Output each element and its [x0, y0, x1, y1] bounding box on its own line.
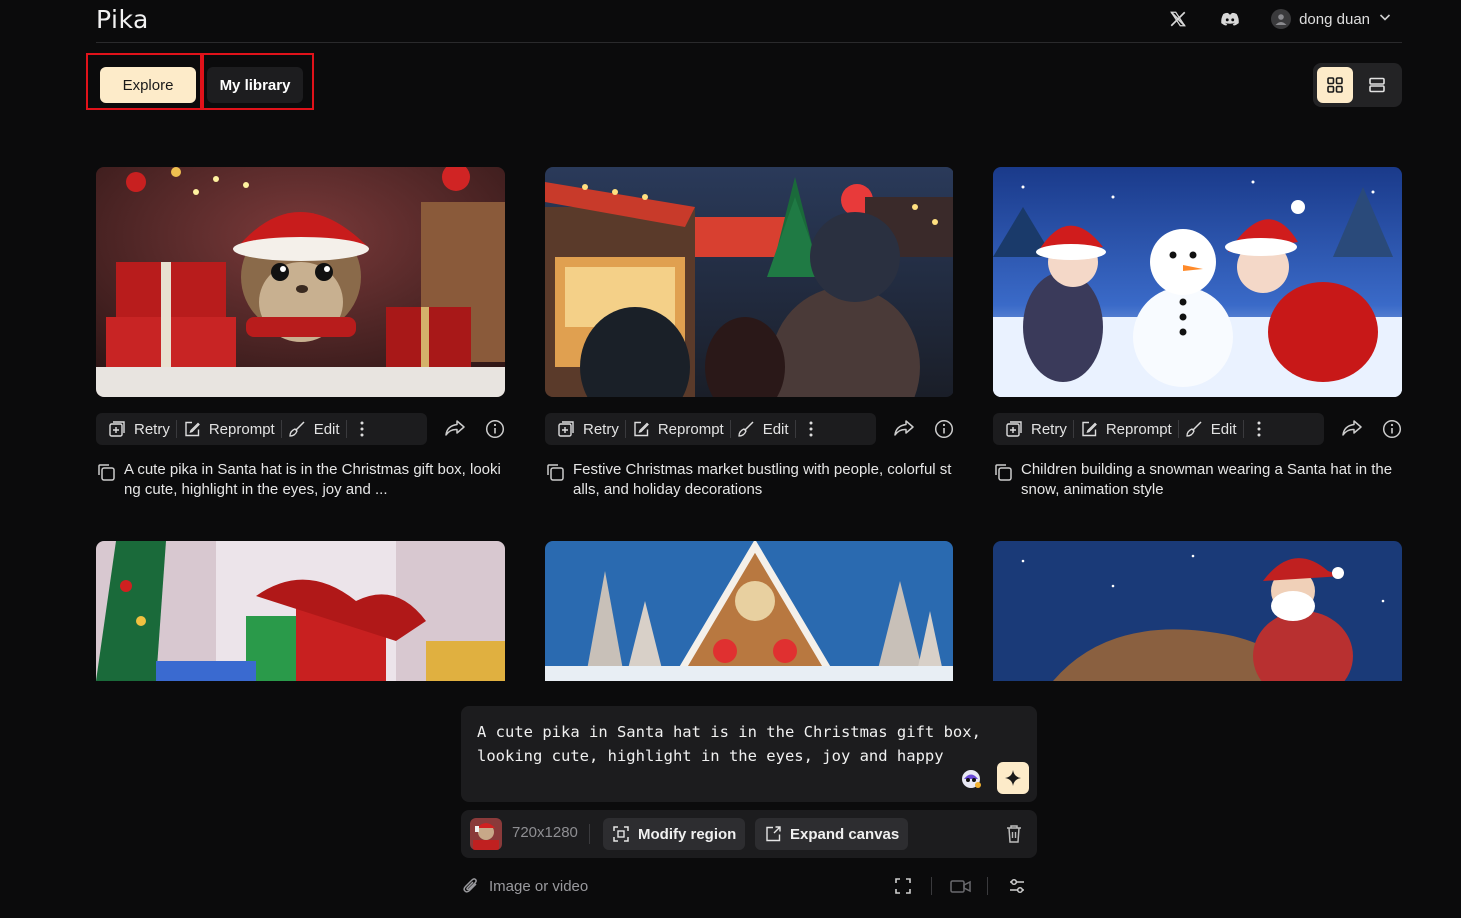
retry-button[interactable]: Retry — [999, 419, 1073, 439]
card-caption-text: Children building a snowman wearing a Sa… — [1021, 461, 1393, 498]
share-icon[interactable] — [444, 419, 466, 442]
edit-label: Edit — [1210, 420, 1237, 438]
more-options-icon[interactable] — [347, 421, 377, 437]
video-thumbnail-6[interactable] — [993, 541, 1402, 681]
attach-label: Image or video — [489, 877, 589, 895]
aspect-size-label: 720x1280 — [512, 824, 578, 841]
divider — [589, 824, 590, 844]
sparkle-icon — [1005, 770, 1021, 786]
card-caption: A cute pika in Santa hat is in the Chris… — [96, 460, 505, 500]
video-camera-icon[interactable] — [949, 876, 973, 901]
card-actions: Retry Reprompt Edit — [993, 413, 1402, 445]
composer-toolbar: 720x1280 Modify region Expand canvas — [461, 810, 1037, 858]
card-caption-text: Festive Christmas market bustling with p… — [573, 461, 952, 498]
modify-region-label: Modify region — [638, 825, 737, 843]
reprompt-button[interactable]: Reprompt — [1074, 419, 1178, 439]
brush-icon — [1186, 421, 1202, 437]
video-thumbnail-5[interactable] — [545, 541, 953, 681]
retry-icon — [1006, 421, 1022, 437]
composer-bottom-bar: Image or video — [461, 872, 1037, 900]
top-bar: Pika dong duan — [96, 0, 1402, 43]
user-menu[interactable]: dong duan — [1271, 9, 1392, 29]
expand-canvas-label: Expand canvas — [790, 825, 900, 843]
more-options-icon[interactable] — [796, 421, 826, 437]
edit-square-icon — [1082, 421, 1097, 437]
retry-icon — [109, 421, 125, 437]
reprompt-label: Reprompt — [657, 420, 724, 438]
retry-button[interactable]: Retry — [551, 419, 625, 439]
expand-canvas-button[interactable]: Expand canvas — [755, 818, 909, 850]
card-caption-text: A cute pika in Santa hat is in the Chris… — [124, 461, 501, 498]
x-logo-icon[interactable] — [1167, 8, 1189, 30]
prompt-composer: A cute pika in Santa hat is in the Chris… — [461, 706, 1037, 802]
brush-icon — [738, 421, 754, 437]
video-card-2: Retry Reprompt Edit Festive Christmas ma… — [545, 167, 954, 498]
ai-assistant-icon[interactable] — [960, 768, 982, 790]
video-card-3: Retry Reprompt Edit Children building a … — [993, 167, 1402, 498]
paperclip-icon — [463, 878, 477, 893]
video-thumbnail[interactable] — [545, 167, 954, 397]
edit-square-icon — [634, 421, 649, 437]
region-select-icon — [613, 826, 629, 842]
fullscreen-icon[interactable] — [893, 876, 913, 901]
reprompt-button[interactable]: Reprompt — [626, 419, 730, 439]
card-caption: Festive Christmas market bustling with p… — [545, 460, 954, 500]
share-icon[interactable] — [893, 419, 915, 442]
view-toggle — [1313, 63, 1402, 107]
card-actions: Retry Reprompt Edit — [545, 413, 954, 445]
user-name: dong duan — [1299, 10, 1370, 28]
brush-icon — [289, 421, 305, 437]
card-action-bar: Retry Reprompt Edit — [545, 413, 876, 445]
edit-square-icon — [185, 421, 200, 437]
copy-icon[interactable] — [993, 460, 1013, 500]
grid-view-icon[interactable] — [1317, 67, 1353, 103]
generate-button[interactable] — [997, 762, 1029, 794]
edit-label: Edit — [313, 420, 340, 438]
expand-icon — [766, 826, 781, 842]
modify-region-button[interactable]: Modify region — [603, 818, 746, 850]
list-view-icon[interactable] — [1359, 67, 1395, 103]
edit-button[interactable]: Edit — [731, 419, 795, 439]
info-icon[interactable] — [485, 419, 505, 444]
reprompt-label: Reprompt — [208, 420, 275, 438]
edit-button[interactable]: Edit — [1179, 419, 1243, 439]
reprompt-button[interactable]: Reprompt — [177, 419, 281, 439]
retry-button[interactable]: Retry — [102, 419, 176, 439]
video-thumbnail[interactable] — [96, 167, 505, 397]
share-icon[interactable] — [1341, 419, 1363, 442]
card-actions: Retry Reprompt Edit — [96, 413, 505, 445]
retry-label: Retry — [134, 420, 170, 438]
card-action-bar: Retry Reprompt Edit — [96, 413, 427, 445]
video-thumbnail-4[interactable] — [96, 541, 505, 681]
retry-icon — [558, 421, 574, 437]
chevron-down-icon — [1378, 10, 1392, 28]
info-icon[interactable] — [1382, 419, 1402, 444]
copy-icon[interactable] — [96, 460, 116, 500]
more-options-icon[interactable] — [1244, 421, 1274, 437]
discord-icon[interactable] — [1219, 8, 1241, 30]
highlight-box-library — [202, 53, 314, 110]
pika-logo[interactable]: Pika — [96, 5, 149, 34]
card-action-bar: Retry Reprompt Edit — [993, 413, 1324, 445]
video-thumbnail[interactable] — [993, 167, 1402, 397]
reference-image-thumbnail[interactable] — [470, 818, 502, 850]
prompt-input[interactable]: A cute pika in Santa hat is in the Chris… — [477, 720, 1007, 768]
attach-media-button[interactable]: Image or video — [461, 876, 588, 896]
reprompt-label: Reprompt — [1105, 420, 1172, 438]
edit-button[interactable]: Edit — [282, 419, 346, 439]
divider — [931, 877, 932, 895]
retry-label: Retry — [583, 420, 619, 438]
settings-sliders-icon[interactable] — [1007, 876, 1027, 901]
info-icon[interactable] — [934, 419, 954, 444]
edit-label: Edit — [762, 420, 789, 438]
retry-label: Retry — [1031, 420, 1067, 438]
top-right-controls: dong duan — [1167, 8, 1392, 30]
video-card-1: Retry Reprompt Edit A cute pika in Santa… — [96, 167, 505, 498]
divider — [987, 877, 988, 895]
copy-icon[interactable] — [545, 460, 565, 500]
trash-icon[interactable] — [1005, 824, 1023, 849]
highlight-box-explore — [86, 53, 202, 110]
card-caption: Children building a snowman wearing a Sa… — [993, 460, 1402, 500]
user-avatar-icon — [1271, 9, 1292, 29]
